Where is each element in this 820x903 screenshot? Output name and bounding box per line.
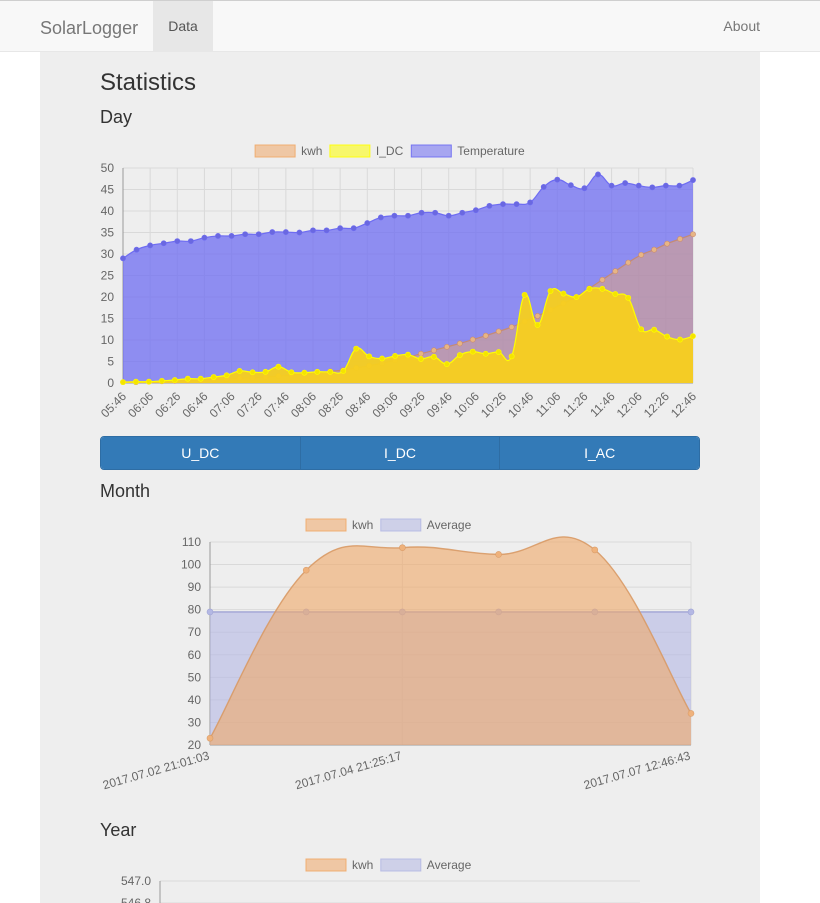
legend-label-kwh: kwh <box>352 858 373 872</box>
legend-label-average: Average <box>427 858 472 872</box>
legend-swatch-kwh <box>305 858 347 872</box>
legend-swatch-average <box>380 858 422 872</box>
year-y-tick-label: 546.8 <box>121 896 151 903</box>
year-y-tick-label: 547.0 <box>121 874 151 888</box>
year-chart: kwh Average 547.0 546.8 <box>121 858 640 903</box>
